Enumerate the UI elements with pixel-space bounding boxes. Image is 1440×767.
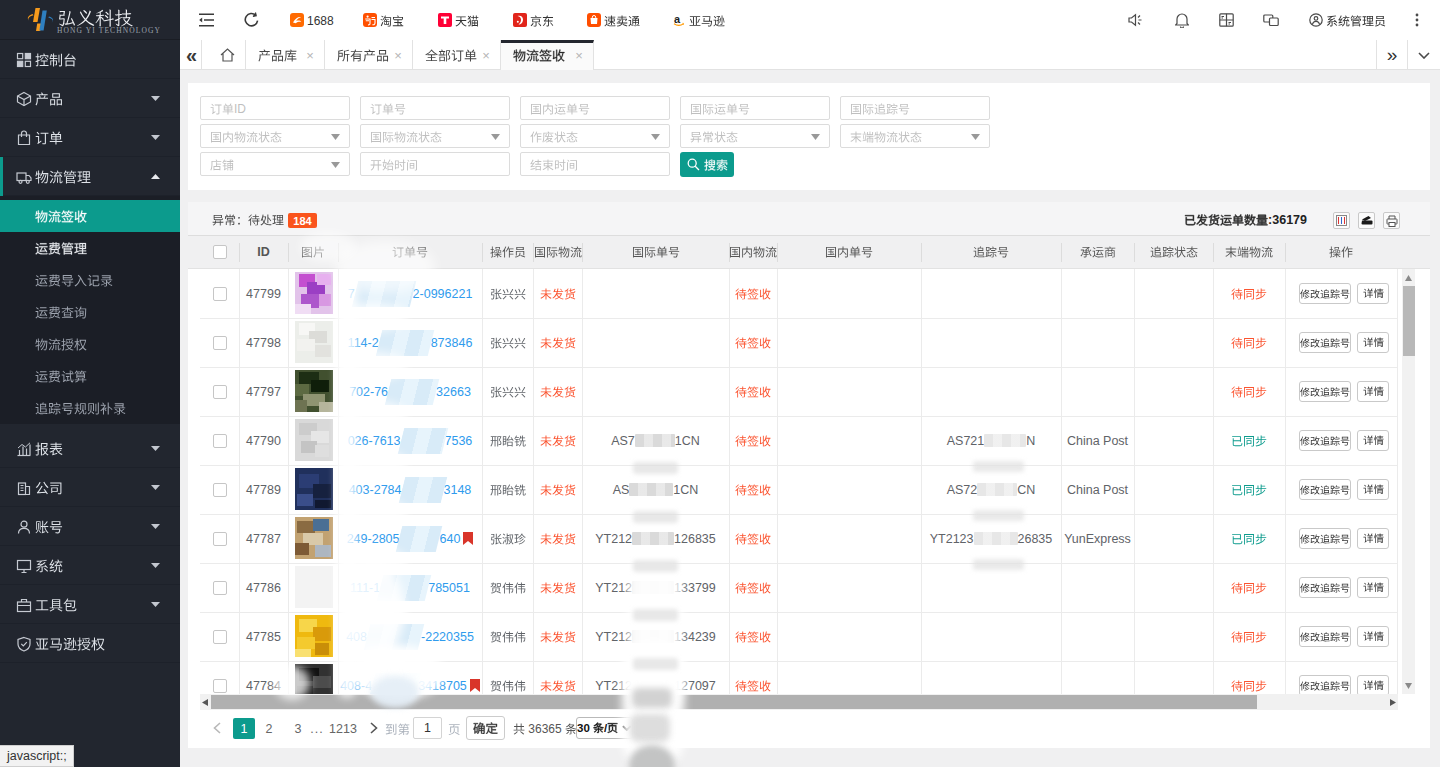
svg-text:a: a	[674, 13, 681, 25]
